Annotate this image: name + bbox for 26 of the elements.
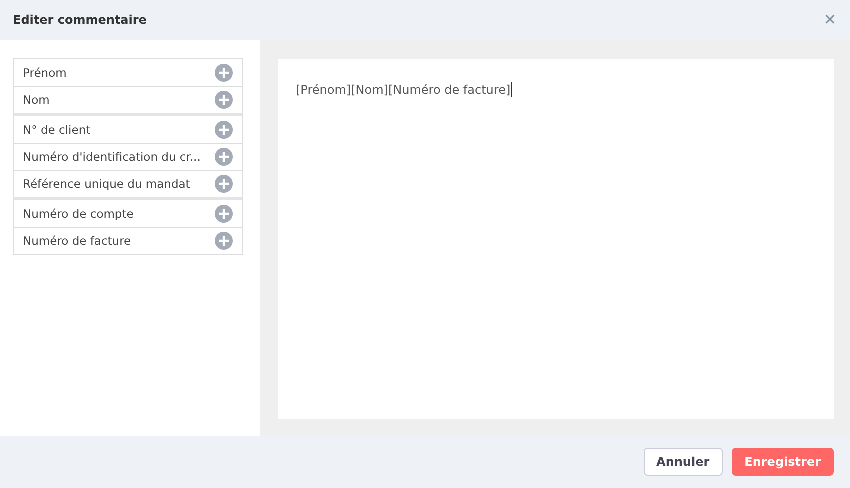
- field-label: Référence unique du mandat: [23, 177, 190, 191]
- add-button[interactable]: [215, 91, 233, 109]
- text-cursor: [510, 82, 512, 98]
- plus-icon: [219, 236, 229, 246]
- field-label: Numéro d'identification du cr...: [23, 150, 201, 164]
- plus-icon: [219, 208, 229, 218]
- plus-icon: [219, 152, 229, 162]
- add-button[interactable]: [215, 175, 233, 193]
- add-button[interactable]: [215, 120, 233, 138]
- field-label: Nom: [23, 93, 50, 107]
- field-label: Numéro de compte: [23, 206, 134, 220]
- dialog-title: Editer commentaire: [13, 13, 147, 27]
- plus-icon: [219, 179, 229, 189]
- plus-icon: [219, 124, 229, 134]
- add-button[interactable]: [215, 64, 233, 82]
- add-button[interactable]: [215, 204, 233, 222]
- add-button[interactable]: [215, 232, 233, 250]
- field-label: N° de client: [23, 122, 91, 136]
- plus-icon: [219, 68, 229, 78]
- add-button[interactable]: [215, 148, 233, 166]
- editor-text: [Prénom][Nom][Numéro de facture]: [296, 83, 511, 97]
- comment-editor[interactable]: [Prénom][Nom][Numéro de facture]: [278, 59, 834, 419]
- cancel-button[interactable]: Annuler: [644, 448, 723, 476]
- field-label: Numéro de facture: [23, 234, 132, 248]
- plus-icon: [219, 95, 229, 105]
- field-label: Prénom: [23, 66, 67, 80]
